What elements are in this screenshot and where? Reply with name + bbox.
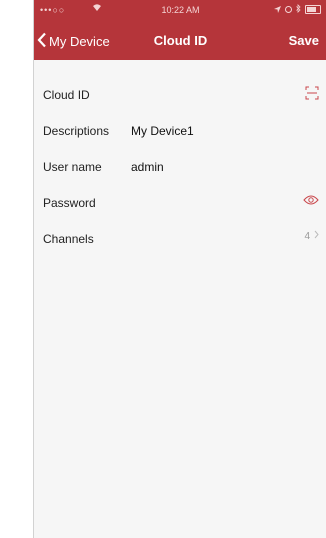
- qr-scan-icon[interactable]: [305, 86, 319, 100]
- username-row[interactable]: User name admin: [34, 148, 326, 184]
- status-bar: •••○○ 10:22 AM: [34, 0, 326, 20]
- username-field[interactable]: admin: [131, 160, 164, 174]
- channels-value: 4: [304, 230, 310, 242]
- channels-selector[interactable]: 4: [304, 230, 319, 242]
- password-row[interactable]: Password: [34, 184, 326, 220]
- battery-icon: [305, 5, 321, 14]
- header: •••○○ 10:22 AM My Device Cloud ID Save: [34, 0, 326, 60]
- app-screen: •••○○ 10:22 AM My Device Cloud ID Save C…: [33, 0, 326, 538]
- alarm-icon: [285, 5, 292, 15]
- cloud-id-row[interactable]: Cloud ID: [34, 76, 326, 112]
- nav-bar: My Device Cloud ID Save: [34, 26, 326, 58]
- bluetooth-icon: [296, 4, 301, 15]
- channels-row[interactable]: Channels 4: [34, 220, 326, 256]
- eye-icon[interactable]: [303, 194, 319, 206]
- save-button[interactable]: Save: [289, 33, 319, 48]
- device-form: Cloud ID Descriptions My Device1 User na…: [34, 76, 326, 256]
- password-label: Password: [43, 196, 96, 210]
- location-icon: [274, 5, 281, 15]
- page-title: Cloud ID: [153, 33, 208, 48]
- descriptions-row[interactable]: Descriptions My Device1: [34, 112, 326, 148]
- channels-label: Channels: [43, 232, 94, 246]
- chevron-right-icon: [314, 230, 319, 242]
- descriptions-field[interactable]: My Device1: [131, 124, 194, 138]
- status-right-icons: [274, 4, 321, 15]
- descriptions-label: Descriptions: [43, 124, 110, 138]
- username-label: User name: [43, 160, 102, 174]
- cloud-id-label: Cloud ID: [43, 88, 90, 102]
